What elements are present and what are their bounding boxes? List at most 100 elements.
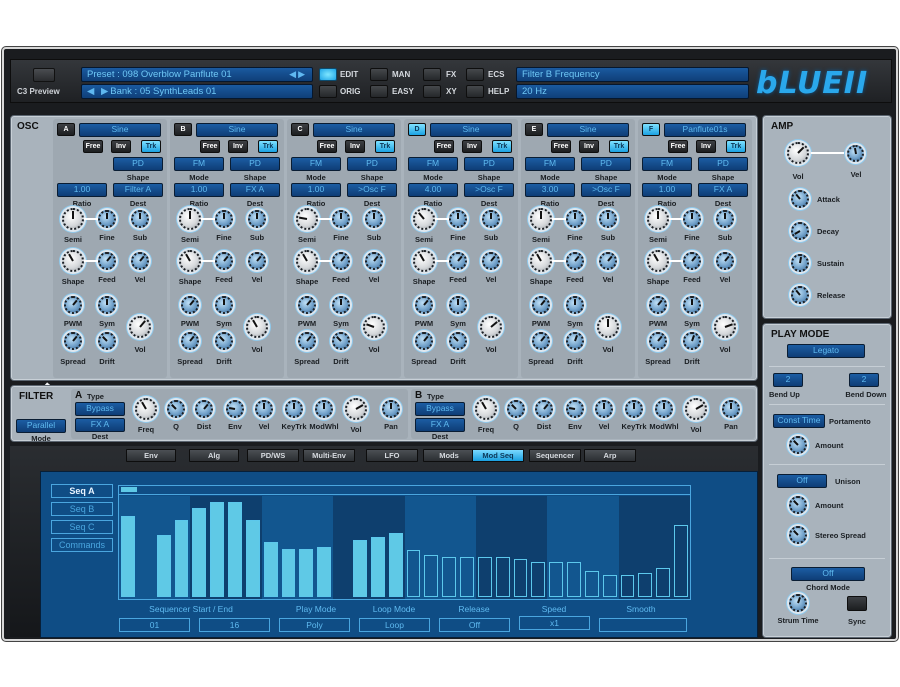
seq-button-seq-a[interactable]: Seq A	[51, 484, 113, 498]
osc-drift-knob[interactable]	[566, 332, 584, 350]
seq-button-commands[interactable]: Commands	[51, 538, 113, 552]
release-field[interactable]: Off	[439, 618, 510, 632]
seq-step-bar[interactable]	[549, 562, 564, 597]
osc-vel-knob[interactable]	[365, 252, 383, 270]
osc-inv-button[interactable]: Inv	[462, 140, 482, 153]
filter-dest-select[interactable]: FX A	[415, 418, 465, 432]
osc-sym-knob[interactable]	[449, 296, 467, 314]
tab-pd-ws[interactable]: PD/WS	[247, 449, 299, 462]
seq-step-bar[interactable]	[121, 515, 135, 597]
seq-button-seq-c[interactable]: Seq C	[51, 520, 113, 534]
osc-vel-knob[interactable]	[131, 252, 149, 270]
filter-vel-knob[interactable]	[595, 400, 613, 418]
ecs-button[interactable]	[466, 68, 484, 81]
seq-step-bar[interactable]	[263, 541, 278, 597]
filter-env-knob[interactable]	[566, 400, 584, 418]
osc-inv-button[interactable]: Inv	[696, 140, 716, 153]
speed-field[interactable]: x1	[519, 616, 590, 630]
amp-vel-knob[interactable]	[847, 145, 864, 162]
osc-dest-select[interactable]: >Osc F	[581, 183, 631, 197]
osc-waveform-select[interactable]: Sine	[430, 123, 512, 137]
osc-spread-knob[interactable]	[649, 332, 667, 350]
filter-dist-knob[interactable]	[195, 400, 213, 418]
osc-ratio-field[interactable]: 1.00	[642, 183, 692, 197]
filter-vol-knob[interactable]	[685, 398, 707, 420]
osc-vol-knob[interactable]	[363, 316, 385, 338]
seq-button-seq-b[interactable]: Seq B	[51, 502, 113, 516]
osc-fine-knob[interactable]	[332, 210, 350, 228]
osc-sym-knob[interactable]	[566, 296, 584, 314]
osc-fine-knob[interactable]	[449, 210, 467, 228]
osc-mode-select[interactable]: FM	[642, 157, 692, 171]
osc-vel-knob[interactable]	[599, 252, 617, 270]
osc-feed-knob[interactable]	[98, 252, 116, 270]
seq-step-bar[interactable]	[210, 501, 225, 597]
tab-sequencer[interactable]: Sequencer	[529, 449, 581, 462]
play-mode-select[interactable]: Legato	[787, 344, 865, 358]
seq-start-field[interactable]: 01	[119, 618, 190, 632]
bank-prev-next-icon[interactable]: ◀ ▶	[87, 86, 110, 97]
osc-pwm-knob[interactable]	[532, 296, 550, 314]
osc-pwm-knob[interactable]	[415, 296, 433, 314]
osc-dest-select[interactable]: FX A	[698, 183, 748, 197]
osc-enable-button[interactable]: F	[642, 123, 660, 136]
osc-trk-button[interactable]: Trk	[258, 140, 278, 153]
seq-step-bar[interactable]	[442, 557, 457, 597]
osc-free-button[interactable]: Free	[434, 140, 454, 153]
osc-feed-knob[interactable]	[449, 252, 467, 270]
filter-q-knob[interactable]	[507, 400, 525, 418]
amp-attack-knob[interactable]	[791, 190, 809, 208]
tab-lfo[interactable]: LFO	[366, 449, 418, 462]
osc-vol-knob[interactable]	[714, 316, 736, 338]
filter-freq-knob[interactable]	[135, 398, 157, 420]
osc-feed-knob[interactable]	[215, 252, 233, 270]
osc-fine-knob[interactable]	[98, 210, 116, 228]
seq-step-bar[interactable]	[174, 519, 189, 597]
seq-step-bar[interactable]	[156, 534, 171, 597]
osc-vel-knob[interactable]	[482, 252, 500, 270]
osc-inv-button[interactable]: Inv	[111, 140, 131, 153]
fx-button[interactable]	[423, 68, 441, 81]
seq-step-bar[interactable]	[584, 571, 599, 597]
osc-sub-knob[interactable]	[248, 210, 266, 228]
filter-vel-knob[interactable]	[255, 400, 273, 418]
osc-shape-select[interactable]: PD	[347, 157, 397, 171]
osc-free-button[interactable]: Free	[83, 140, 103, 153]
filter-freq-knob[interactable]	[475, 398, 497, 420]
filter-modwhl-knob[interactable]	[315, 400, 333, 418]
osc-mode-select[interactable]: FM	[408, 157, 458, 171]
osc-vol-knob[interactable]	[480, 316, 502, 338]
osc-mode-select[interactable]: FM	[174, 157, 224, 171]
seq-step-bar[interactable]	[567, 562, 581, 597]
osc-trk-button[interactable]: Trk	[141, 140, 161, 153]
osc-trk-button[interactable]: Trk	[609, 140, 629, 153]
portamento-amount-knob[interactable]	[789, 436, 807, 454]
osc-semi-knob[interactable]	[530, 208, 552, 230]
osc-dest-select[interactable]: Filter A	[113, 183, 163, 197]
seq-step-bar[interactable]	[352, 539, 367, 597]
osc-enable-button[interactable]: A	[57, 123, 75, 136]
osc-fine-knob[interactable]	[683, 210, 701, 228]
seq-step-bar[interactable]	[674, 524, 688, 597]
smooth-slider[interactable]	[599, 618, 687, 632]
preset-display[interactable]: Preset : 098 Overblow Panflute 01 ◀▶	[81, 67, 313, 82]
osc-pwm-knob[interactable]	[64, 296, 82, 314]
filter-type-select[interactable]: Bypass	[75, 402, 125, 416]
seq-step-bar[interactable]	[370, 536, 385, 597]
seq-step-bar[interactable]	[317, 546, 332, 597]
osc-waveform-select[interactable]: Sine	[79, 123, 161, 137]
osc-feed-knob[interactable]	[332, 252, 350, 270]
amp-vol-knob[interactable]	[787, 142, 809, 164]
xy-button[interactable]	[423, 85, 441, 98]
seq-step-bar[interactable]	[388, 532, 403, 597]
amp-sustain-knob[interactable]	[791, 254, 809, 272]
tab-mods[interactable]: Mods	[423, 449, 475, 462]
tab-multi-env[interactable]: Multi-Env	[303, 449, 355, 462]
osc-inv-button[interactable]: Inv	[228, 140, 248, 153]
unison-select[interactable]: Off	[777, 474, 827, 488]
osc-sym-knob[interactable]	[683, 296, 701, 314]
osc-enable-button[interactable]: C	[291, 123, 309, 136]
tab-alg[interactable]: Alg	[189, 449, 239, 462]
osc-semi-knob[interactable]	[62, 208, 84, 230]
osc-shape-knob[interactable]	[179, 250, 201, 272]
